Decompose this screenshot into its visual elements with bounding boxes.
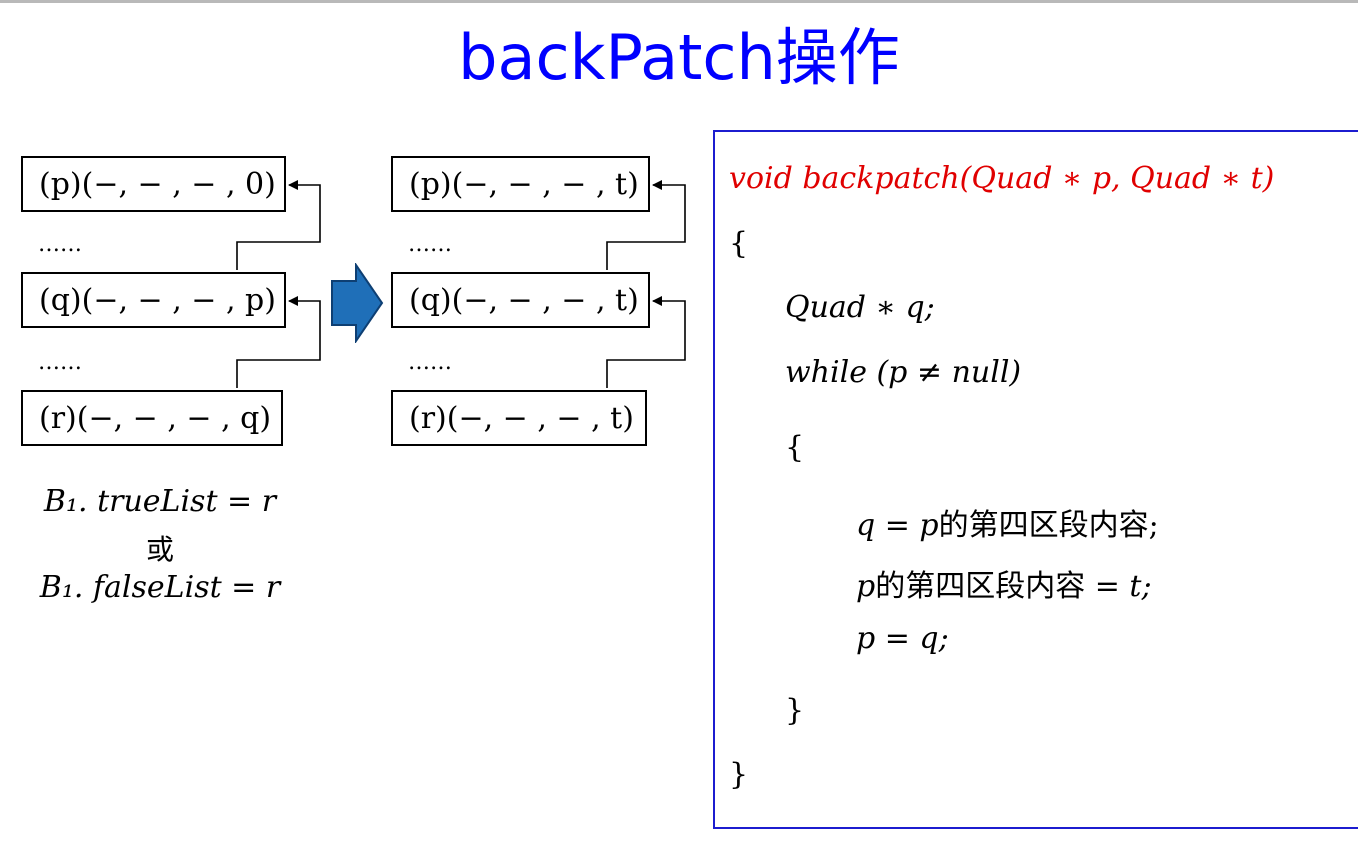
code-statement-3: p = q; xyxy=(856,621,949,656)
link-q-to-p-before xyxy=(236,180,321,270)
code-panel xyxy=(713,130,1358,829)
stmt2-chinese: 的第四区段内容 xyxy=(875,569,1086,604)
code-close-brace-inner: } xyxy=(785,693,805,728)
code-statement-2: p的第四区段内容 = t; xyxy=(856,561,1152,605)
stmt1-end: ; xyxy=(1148,508,1159,543)
transform-arrow-icon xyxy=(331,263,384,343)
code-declaration: Quad ∗ q; xyxy=(785,290,935,325)
stmt1-lhs: q = p xyxy=(856,508,939,543)
code-while: while (p ≠ null) xyxy=(785,355,1022,390)
stmt1-chinese: 的第四区段内容 xyxy=(938,508,1149,543)
link-r-to-q-before xyxy=(236,296,321,388)
true-list-condition: B₁. trueList = r xyxy=(43,484,277,519)
code-open-brace-outer: { xyxy=(729,226,749,261)
link-q-to-p-after xyxy=(606,180,686,270)
stmt2-var: p xyxy=(856,569,876,604)
or-label: 或 xyxy=(145,533,174,566)
code-close-brace-outer: } xyxy=(729,757,749,792)
false-list-condition: B₁. falseList = r xyxy=(39,570,281,605)
code-signature: void backpatch(Quad ∗ p, Quad ∗ t) xyxy=(729,161,1275,196)
code-open-brace-inner: { xyxy=(785,430,805,465)
code-statement-1: q = p的第四区段内容; xyxy=(856,500,1159,544)
chain-links xyxy=(236,180,686,388)
stmt2-rhs: = t; xyxy=(1085,569,1152,604)
link-r-to-q-after xyxy=(606,296,686,388)
